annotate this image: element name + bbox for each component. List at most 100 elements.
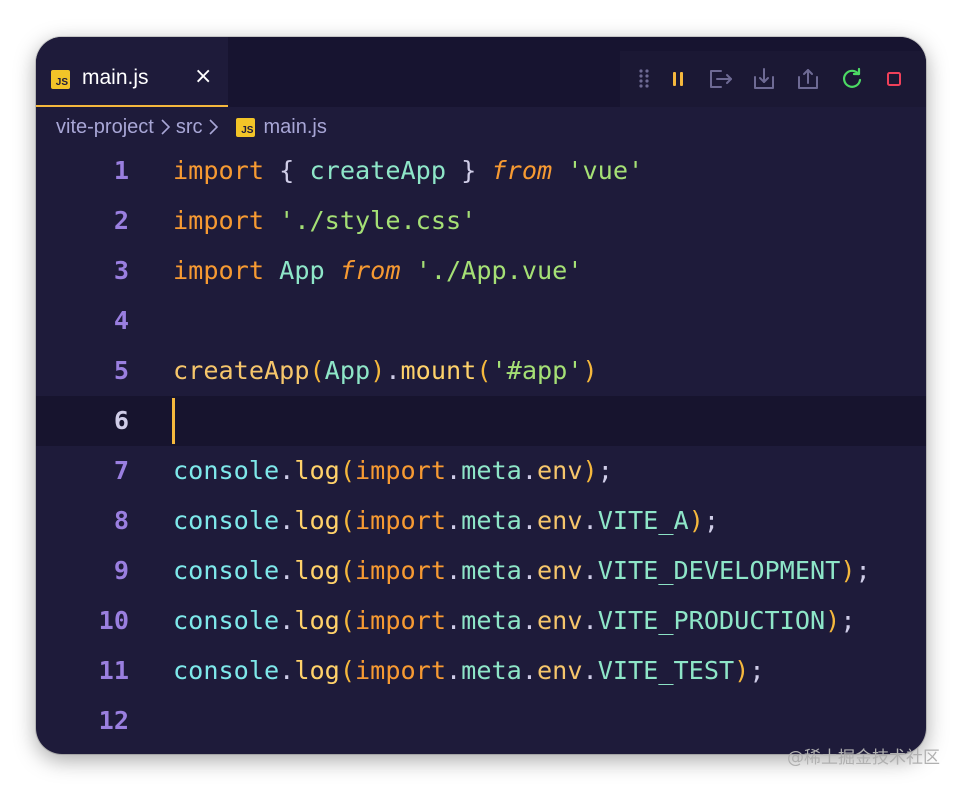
code-token: .: [279, 606, 295, 635]
step-out-icon[interactable]: [794, 65, 822, 93]
code-token: .: [521, 506, 538, 535]
code-token: (: [339, 456, 355, 485]
line-number: 6: [113, 406, 129, 435]
drag-handle-icon[interactable]: [630, 65, 658, 93]
code-token: {: [264, 156, 310, 185]
code-text: console.log(import.meta.env.VITE_TEST);: [173, 646, 765, 696]
code-token: 'vue': [567, 156, 644, 185]
code-token: (: [339, 606, 355, 635]
js-file-icon: JS: [51, 70, 70, 89]
line-number: 8: [113, 506, 129, 535]
code-line[interactable]: 3 import App from './App.vue': [36, 246, 926, 296]
code-token: env: [537, 556, 583, 585]
pause-icon[interactable]: [664, 65, 692, 93]
line-number: 1: [113, 156, 129, 185]
breadcrumb-project[interactable]: vite-project: [56, 116, 154, 139]
code-token: import: [355, 556, 446, 585]
code-token: (: [339, 506, 355, 535]
js-file-icon: JS: [236, 117, 256, 137]
code-token: meta: [461, 556, 522, 585]
line-number: 11: [98, 656, 129, 685]
editor-window: JS main.js × vite-project src JS main.js…: [36, 37, 926, 754]
code-token: VITE_TEST: [597, 656, 735, 685]
step-over-icon[interactable]: [706, 65, 734, 93]
code-text: import './style.css': [173, 196, 476, 246]
code-token: log: [294, 456, 340, 485]
stop-icon[interactable]: [880, 65, 908, 93]
code-token: import: [173, 156, 264, 185]
breadcrumb-folder[interactable]: src: [176, 116, 203, 139]
code-line[interactable]: 9 console.log(import.meta.env.VITE_DEVELO…: [36, 546, 926, 596]
code-token: .: [385, 356, 401, 385]
code-line[interactable]: 1 import { createApp } from 'vue': [36, 146, 926, 196]
code-token: }: [445, 156, 492, 185]
code-token: .: [446, 606, 462, 635]
code-token: console: [173, 456, 280, 485]
code-token: env: [537, 506, 583, 535]
code-token: './App.vue': [415, 256, 583, 285]
chevron-right-icon: [209, 119, 219, 135]
line-number: 5: [113, 356, 129, 385]
code-line[interactable]: 6: [36, 396, 926, 446]
code-token: ): [688, 506, 704, 535]
code-text: import { createApp } from 'vue': [173, 146, 643, 196]
code-line[interactable]: 2 import './style.css': [36, 196, 926, 246]
code-line[interactable]: 4: [36, 296, 926, 346]
code-line[interactable]: 5 createApp(App).mount('#app'): [36, 346, 926, 396]
tab-main-js[interactable]: JS main.js ×: [36, 37, 228, 107]
tab-bar: JS main.js ×: [36, 37, 926, 107]
code-text: console.log(import.meta.env.VITE_PRODUCT…: [173, 596, 856, 646]
tab-label: main.js: [82, 66, 149, 89]
code-token: .: [582, 556, 598, 585]
code-token: .: [521, 456, 538, 485]
code-token: .: [279, 656, 295, 685]
code-text: console.log(import.meta.env.VITE_DEVELOP…: [173, 546, 871, 596]
code-token: './style.css': [279, 206, 477, 235]
restart-icon[interactable]: [838, 65, 866, 93]
code-token: createApp: [309, 156, 446, 185]
code-token: .: [582, 656, 598, 685]
breadcrumb-file[interactable]: main.js: [263, 116, 326, 139]
code-token: console: [173, 656, 280, 685]
watermark: @稀土掘金技术社区: [787, 748, 940, 768]
code-token: .: [279, 456, 295, 485]
code-token: .: [446, 656, 462, 685]
code-token: ): [840, 556, 856, 585]
step-into-icon[interactable]: [750, 65, 778, 93]
line-number: 9: [113, 556, 129, 585]
chevron-right-icon: [161, 119, 170, 135]
code-token: meta: [461, 606, 522, 635]
code-token: (: [339, 556, 355, 585]
code-token: mount: [400, 356, 477, 385]
code-text: createApp(App).mount('#app'): [173, 346, 598, 396]
line-number: 2: [113, 206, 129, 235]
code-token: (: [339, 656, 355, 685]
code-token: console: [173, 606, 280, 635]
code-token: .: [582, 506, 598, 535]
close-icon[interactable]: ×: [194, 65, 212, 89]
code-line[interactable]: 11 console.log(import.meta.env.VITE_TEST)…: [36, 646, 926, 696]
code-token: env: [537, 656, 583, 685]
code-line[interactable]: 12: [36, 696, 926, 746]
code-token: .: [521, 556, 538, 585]
code-token: .: [446, 456, 462, 485]
code-line[interactable]: 8 console.log(import.meta.env.VITE_A);: [36, 496, 926, 546]
code-token: ): [582, 356, 598, 385]
code-token: import: [173, 256, 264, 285]
code-token: VITE_PRODUCTION: [597, 606, 826, 635]
code-line[interactable]: 10 console.log(import.meta.env.VITE_PRODU…: [36, 596, 926, 646]
code-token: (: [309, 356, 325, 385]
code-editor[interactable]: 1 import { createApp } from 'vue' 2 import …: [36, 146, 926, 754]
code-line[interactable]: 7 console.log(import.meta.env);: [36, 446, 926, 496]
code-token: console: [173, 556, 280, 585]
line-number: 12: [98, 706, 129, 735]
code-token: env: [537, 606, 583, 635]
code-token: .: [446, 556, 462, 585]
code-token: '#app': [491, 356, 583, 385]
code-token: console: [173, 506, 280, 535]
code-token: App: [324, 356, 371, 385]
code-token: log: [294, 606, 340, 635]
